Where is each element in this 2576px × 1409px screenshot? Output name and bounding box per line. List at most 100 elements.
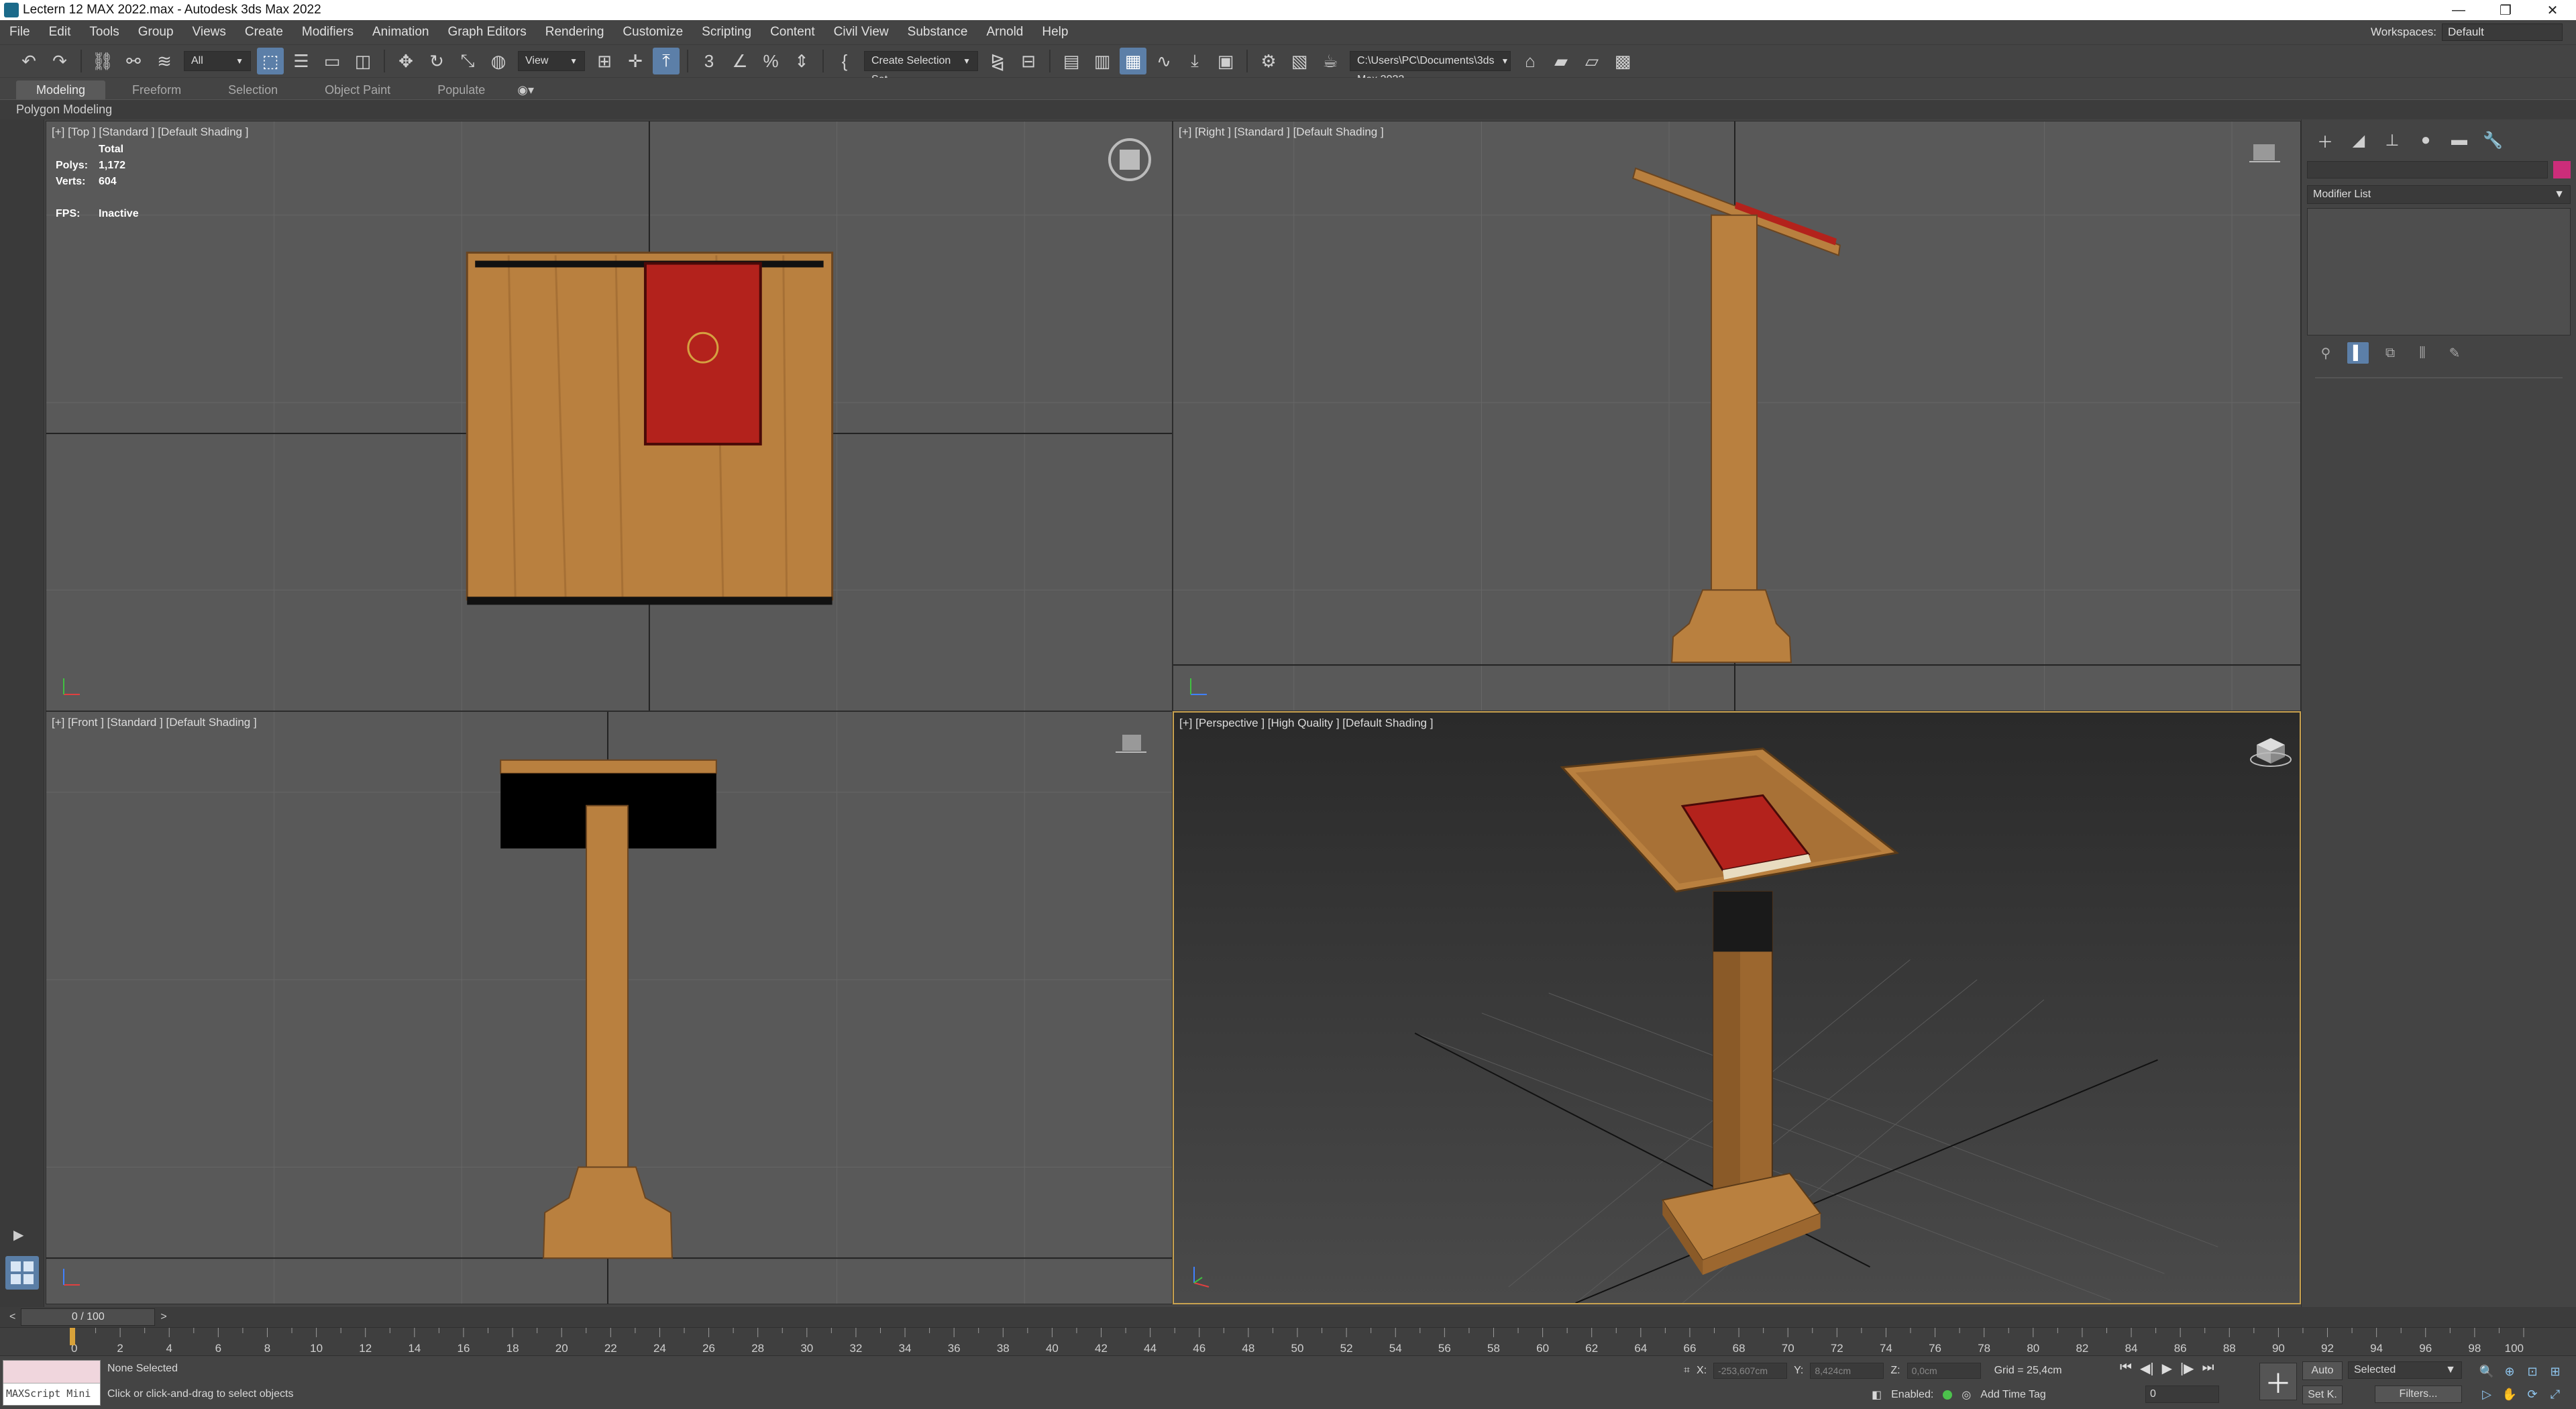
viewport-layout-icon[interactable]	[5, 1256, 39, 1290]
selection-filter-dropdown[interactable]: All ▼	[184, 51, 251, 71]
field-of-view-icon[interactable]: ▷	[2482, 1388, 2491, 1402]
select-manipulate-icon[interactable]: ✛	[622, 48, 649, 74]
make-unique-icon[interactable]: ⧉	[2379, 342, 2401, 364]
tab-selection[interactable]: Selection	[208, 81, 298, 99]
auto-key-button[interactable]: Auto	[2302, 1361, 2343, 1380]
object-name-field[interactable]	[2307, 161, 2548, 178]
menu-file[interactable]: File	[0, 20, 40, 44]
rotate-icon[interactable]: ↻	[423, 48, 450, 74]
viewcube-icon[interactable]	[2247, 140, 2287, 167]
snaps-toggle-icon[interactable]: 3	[696, 48, 722, 74]
play-icon[interactable]: ▶	[2162, 1360, 2172, 1377]
place-icon[interactable]: ◍	[485, 48, 512, 74]
absolute-mode-icon[interactable]: ⌗	[1684, 1365, 1690, 1377]
ribbon-panel-label[interactable]: Polygon Modeling	[0, 99, 2576, 119]
zoom-all-icon[interactable]: ⊕	[2504, 1365, 2514, 1379]
viewport-right-label[interactable]: [+] [Right ] [Standard ] [Default Shadin…	[1179, 125, 1384, 139]
zoom-icon[interactable]: 🔍	[2479, 1365, 2494, 1379]
track-bar-ruler[interactable]: 0 2 4 6 8 10 12 14 16 18 20 22 24 26 28 30 32 34 36 38 40 42 4…	[70, 1328, 2525, 1356]
show-end-result-icon[interactable]: ▌	[2347, 342, 2369, 364]
viewport-right[interactable]: [+] [Right ] [Standard ] [Default Shadin…	[1173, 121, 2301, 711]
menu-substance[interactable]: Substance	[898, 20, 977, 44]
pin-stack-icon[interactable]: ⚲	[2315, 342, 2337, 364]
next-frame-icon[interactable]: |▶	[2180, 1360, 2194, 1377]
menu-arnold[interactable]: Arnold	[977, 20, 1032, 44]
viewcube-icon[interactable]	[1106, 136, 1153, 183]
go-to-start-icon[interactable]: ⏮	[2120, 1360, 2132, 1377]
undo-icon[interactable]: ↶	[15, 48, 42, 74]
tab-modeling[interactable]: Modeling	[16, 81, 106, 99]
go-to-end-icon[interactable]: ⏭	[2202, 1360, 2214, 1377]
viewport-perspective-label[interactable]: [+] [Perspective ] [High Quality ] [Defa…	[1179, 717, 1433, 730]
pivot-center-icon[interactable]: ⊞	[591, 48, 618, 74]
track-bar[interactable]: 0 2 4 6 8 10 12 14 16 18 20 22 24 26 28 30 32 34 36 38 40 42 4…	[0, 1327, 2576, 1355]
menu-graph-editors[interactable]: Graph Editors	[439, 20, 536, 44]
curve-editor-icon[interactable]: ∿	[1150, 48, 1177, 74]
motion-tab-icon[interactable]: ●	[2416, 130, 2436, 150]
menu-rendering[interactable]: Rendering	[536, 20, 614, 44]
keyboard-shortcut-override-icon[interactable]: ⤒	[653, 48, 680, 74]
create-tab-icon[interactable]: ＋	[2315, 130, 2335, 152]
add-time-tag-link[interactable]: Add Time Tag	[1980, 1389, 2046, 1401]
link-icon[interactable]: ⛓	[89, 48, 116, 74]
ribbon-toggle-icon[interactable]: ▦	[1120, 48, 1146, 74]
previous-frame-icon[interactable]: ◀|	[2140, 1360, 2154, 1377]
spinner-snap-icon[interactable]: ⇕	[788, 48, 815, 74]
zoom-extents-all-icon[interactable]: ⊞	[2550, 1365, 2560, 1379]
current-frame-field[interactable]: 0	[2145, 1386, 2219, 1403]
window-crossing-icon[interactable]: ◫	[350, 48, 376, 74]
tab-object-paint[interactable]: Object Paint	[305, 81, 411, 99]
time-slider-prev-icon[interactable]: <	[9, 1311, 15, 1323]
menu-content[interactable]: Content	[761, 20, 824, 44]
menu-help[interactable]: Help	[1032, 20, 1077, 44]
key-filters-button[interactable]: Filters...	[2375, 1386, 2462, 1403]
scale-icon[interactable]: ⤡	[454, 48, 481, 74]
configure-modifier-sets-icon[interactable]: ✎	[2444, 342, 2465, 364]
modify-tab-icon[interactable]: ◢	[2349, 130, 2369, 150]
z-coordinate-field[interactable]: 0,0cm	[1907, 1363, 1981, 1379]
named-selection-set-dropdown[interactable]: Create Selection Set ▼	[864, 51, 978, 85]
bind-space-warp-icon[interactable]: ≋	[151, 48, 178, 74]
viewport-front-label[interactable]: [+] [Front ] [Standard ] [Default Shadin…	[52, 716, 257, 729]
render-production-icon[interactable]: ☕	[1317, 48, 1344, 74]
utilities-tab-icon[interactable]: 🔧	[2483, 130, 2503, 150]
align-icon[interactable]: ⊟	[1015, 48, 1042, 74]
move-icon[interactable]: ✥	[392, 48, 419, 74]
set-key-button[interactable]: Set K.	[2302, 1386, 2343, 1404]
menu-modifiers[interactable]: Modifiers	[292, 20, 363, 44]
menu-edit[interactable]: Edit	[40, 20, 80, 44]
reference-coordinate-dropdown[interactable]: View ▼	[518, 51, 585, 71]
expand-layout-tab-icon[interactable]: ▶	[13, 1227, 23, 1243]
viewport-top-label[interactable]: [+] [Top ] [Standard ] [Default Shading …	[52, 125, 248, 139]
edit-named-selection-icon[interactable]: {	[831, 48, 858, 74]
redo-icon[interactable]: ↷	[46, 48, 73, 74]
adaptive-degradation-icon[interactable]: ◧	[1872, 1388, 1882, 1402]
select-by-name-icon[interactable]: ☰	[288, 48, 315, 74]
open-project-icon[interactable]: ▱	[1578, 48, 1605, 74]
scene-explorer-icon[interactable]: ▤	[1058, 48, 1085, 74]
tab-freeform[interactable]: Freeform	[112, 81, 201, 99]
maxscript-listener[interactable]: MAXScript Mini	[3, 1360, 101, 1406]
orbit-icon[interactable]: ⟳	[2527, 1388, 2537, 1402]
ribbon-options-icon[interactable]: ◉▾	[512, 81, 539, 99]
pan-icon[interactable]: ✋	[2502, 1388, 2517, 1402]
x-coordinate-field[interactable]: -253,607cm	[1713, 1363, 1788, 1379]
viewcube-icon[interactable]	[2247, 733, 2294, 773]
layer-explorer-icon[interactable]: ▥	[1089, 48, 1116, 74]
percent-snap-icon[interactable]: %	[757, 48, 784, 74]
viewport-top[interactable]: [+] [Top ] [Standard ] [Default Shading …	[46, 121, 1173, 711]
viewport-perspective[interactable]: [+] [Perspective ] [High Quality ] [Defa…	[1173, 711, 2301, 1304]
time-tag-icon[interactable]: ◎	[1962, 1388, 1971, 1402]
maxscript-input[interactable]	[3, 1361, 100, 1384]
time-slider-next-icon[interactable]: >	[160, 1311, 166, 1323]
viewcube-icon[interactable]	[1113, 731, 1153, 758]
set-key-icon[interactable]: ＋	[2259, 1363, 2297, 1400]
zoom-extents-icon[interactable]: ⊡	[2527, 1365, 2537, 1379]
tab-populate[interactable]: Populate	[417, 81, 505, 99]
menu-views[interactable]: Views	[183, 20, 235, 44]
rectangular-selection-icon[interactable]: ▭	[319, 48, 345, 74]
time-slider-thumb[interactable]: 0 / 100	[21, 1308, 156, 1326]
menu-civil-view[interactable]: Civil View	[824, 20, 898, 44]
menu-create[interactable]: Create	[235, 20, 292, 44]
render-setup-icon[interactable]: ⚙	[1255, 48, 1282, 74]
